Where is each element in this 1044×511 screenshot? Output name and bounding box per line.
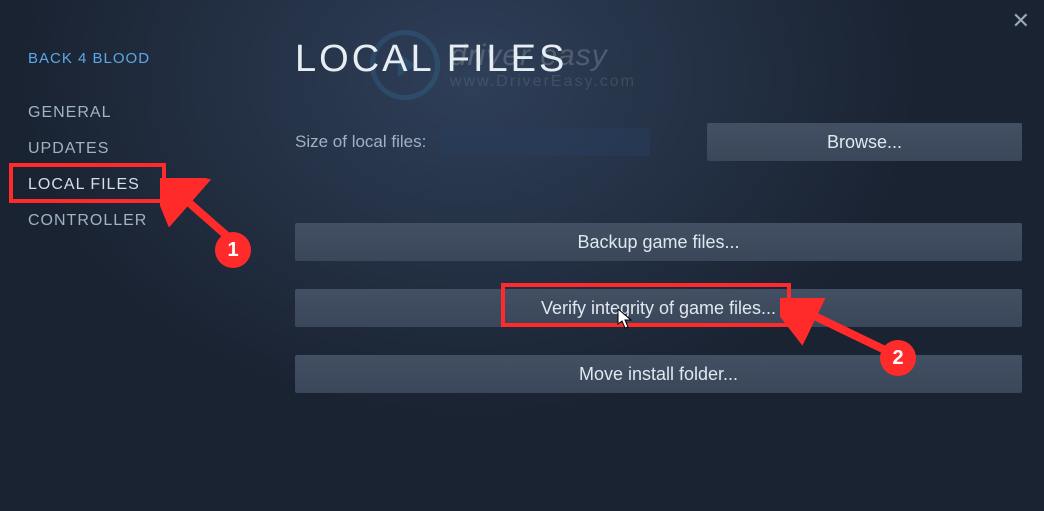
- size-value-field: [440, 128, 650, 156]
- browse-button[interactable]: Browse...: [707, 123, 1022, 161]
- page-title: LOCAL FILES: [295, 38, 1022, 81]
- game-title[interactable]: BACK 4 BLOOD: [28, 50, 228, 67]
- sidebar-item-local-files[interactable]: LOCAL FILES: [28, 167, 228, 203]
- close-button[interactable]: ✕: [1012, 8, 1030, 34]
- sidebar: BACK 4 BLOOD GENERAL UPDATES LOCAL FILES…: [28, 50, 228, 239]
- sidebar-item-updates[interactable]: UPDATES: [28, 131, 228, 167]
- sidebar-item-controller[interactable]: CONTROLLER: [28, 203, 228, 239]
- size-label: Size of local files:: [295, 132, 426, 152]
- backup-game-files-button[interactable]: Backup game files...: [295, 223, 1022, 261]
- verify-integrity-button[interactable]: Verify integrity of game files...: [295, 289, 1022, 327]
- close-icon: ✕: [1012, 8, 1030, 33]
- content-panel: LOCAL FILES Size of local files: Browse.…: [295, 38, 1022, 421]
- size-row: Size of local files: Browse...: [295, 123, 1022, 161]
- sidebar-item-general[interactable]: GENERAL: [28, 95, 228, 131]
- move-install-folder-button[interactable]: Move install folder...: [295, 355, 1022, 393]
